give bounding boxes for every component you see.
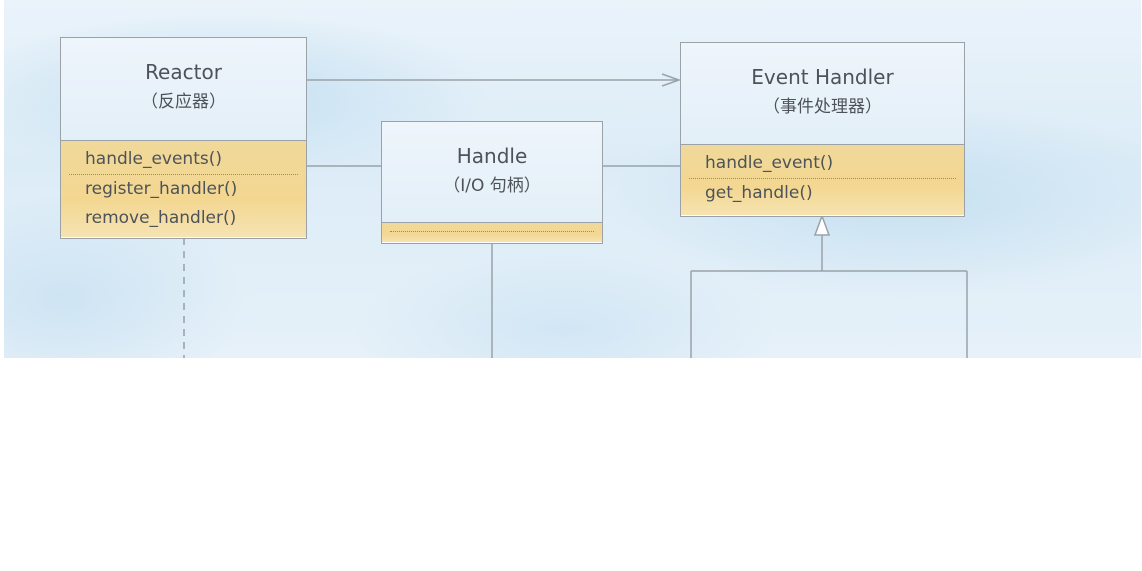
event-handler-primary-methods: handle_event() <box>681 149 964 178</box>
reactor-name: Reactor <box>145 60 222 84</box>
reactor-methods: handle_events() register_handler() remov… <box>61 141 306 237</box>
generalization-triangle <box>813 213 831 236</box>
reactor-primary-methods: handle_events() <box>61 145 306 174</box>
event-handler-methods: handle_event() get_handle() <box>681 145 964 215</box>
event-handler-subtitle: （事件处理器） <box>763 97 882 117</box>
handle-compartment <box>382 223 602 242</box>
event-handler-header: Event Handler （事件处理器） <box>681 43 964 145</box>
method-handle-events: handle_events() <box>85 149 222 169</box>
event-handler-class: Event Handler （事件处理器） handle_event() get… <box>680 42 965 217</box>
method-register-handler: register_handler() <box>85 179 238 199</box>
handle-class: Handle （I/O 句柄） <box>381 121 603 244</box>
reactor-header: Reactor （反应器） <box>61 38 306 141</box>
reactor-secondary-methods: register_handler() remove_handler() <box>61 175 306 233</box>
reactor-class: Reactor （反应器） handle_events() register_h… <box>60 37 307 239</box>
handle-subtitle: （I/O 句柄） <box>443 176 541 196</box>
method-handle-event: handle_event() <box>705 153 834 173</box>
handle-header: Handle （I/O 句柄） <box>382 122 602 223</box>
handle-separator <box>390 231 594 232</box>
method-get-handle: get_handle() <box>705 183 813 203</box>
event-handler-secondary-methods: get_handle() <box>681 179 964 208</box>
method-remove-handler: remove_handler() <box>85 208 237 228</box>
handle-name: Handle <box>456 144 528 168</box>
reactor-subtitle: （反应器） <box>141 92 226 112</box>
diagram-canvas: Reactor （反应器） handle_events() register_h… <box>4 0 1141 358</box>
event-handler-name: Event Handler <box>751 65 894 89</box>
